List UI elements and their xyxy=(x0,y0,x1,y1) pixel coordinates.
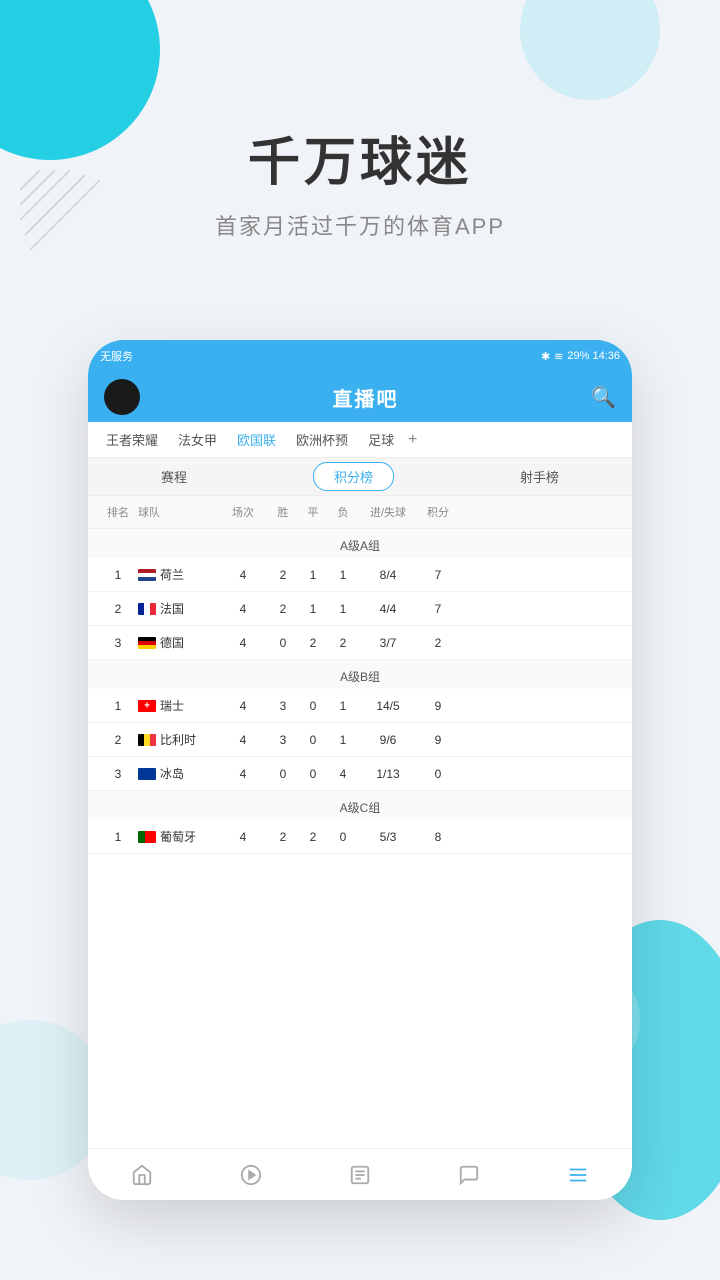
table-row[interactable]: 1 瑞士 4 3 0 1 14/5 9 xyxy=(88,689,632,723)
status-left: 无服务 xyxy=(100,348,133,364)
bluetooth-icon: ✱ xyxy=(541,350,550,363)
flag-be xyxy=(138,734,156,746)
tab-add-icon[interactable]: + xyxy=(408,431,417,449)
bottom-nav xyxy=(88,1148,632,1200)
sub-tab-bar: 赛程 积分榜 射手榜 xyxy=(88,458,632,496)
table-row[interactable]: 1 荷兰 4 2 1 1 8/4 7 xyxy=(88,558,632,592)
team: 比利时 xyxy=(138,731,218,748)
team: 德国 xyxy=(138,634,218,651)
standings-table[interactable]: 排名 球队 场次 胜 平 负 进/失球 积分 A级A组 1 荷兰 4 2 1 xyxy=(88,496,632,1148)
table-row[interactable]: 2 比利时 4 3 0 1 9/6 9 xyxy=(88,723,632,757)
table-row[interactable]: 1 葡萄牙 4 2 2 0 5/3 8 xyxy=(88,820,632,854)
tab-zuqiu[interactable]: 足球 xyxy=(358,422,404,458)
group-c-header: A级C组 xyxy=(88,791,632,820)
bottom-nav-home[interactable] xyxy=(131,1164,153,1186)
tab-bar: 王者荣耀 法女甲 欧国联 欧洲杯预 足球 + xyxy=(88,422,632,458)
table-header: 排名 球队 场次 胜 平 负 进/失球 积分 xyxy=(88,496,632,529)
rank: 3 xyxy=(98,636,138,650)
search-icon[interactable]: 🔍 xyxy=(591,385,616,410)
group-a-header: A级A组 xyxy=(88,529,632,558)
group-b-header: A级B组 xyxy=(88,660,632,689)
tab-ozhou[interactable]: 欧洲杯预 xyxy=(286,422,358,458)
tab-wangzhe[interactable]: 王者荣耀 xyxy=(96,422,168,458)
rank: 2 xyxy=(98,733,138,747)
flag-pt xyxy=(138,831,156,843)
team: 荷兰 xyxy=(138,566,218,583)
bottom-nav-news[interactable] xyxy=(349,1164,371,1186)
tab-fanvjia[interactable]: 法女甲 xyxy=(168,422,227,458)
subtab-schedule[interactable]: 赛程 xyxy=(141,463,207,490)
hero-title: 千万球迷 xyxy=(0,120,720,195)
col-played: 场次 xyxy=(218,504,268,520)
battery-text: 29% 14:36 xyxy=(567,350,620,362)
table-row[interactable]: 2 法国 4 2 1 1 4/4 7 xyxy=(88,592,632,626)
col-pts: 积分 xyxy=(418,504,458,520)
app-logo[interactable] xyxy=(104,379,140,415)
app-title: 直播吧 xyxy=(333,383,399,412)
team: 法国 xyxy=(138,600,218,617)
wifi-icon: ≋ xyxy=(554,350,563,363)
status-bar: 无服务 ✱ ≋ 29% 14:36 xyxy=(88,340,632,372)
nav-bar: 直播吧 🔍 xyxy=(88,372,632,422)
rank: 1 xyxy=(98,568,138,582)
rank: 1 xyxy=(98,699,138,713)
team: 冰岛 xyxy=(138,765,218,782)
flag-fr xyxy=(138,603,156,615)
hero-subtitle: 首家月活过千万的体育APP xyxy=(0,209,720,241)
bottom-nav-chat[interactable] xyxy=(458,1164,480,1186)
tab-oguolian[interactable]: 欧国联 xyxy=(227,422,286,458)
subtab-standings[interactable]: 积分榜 xyxy=(313,462,394,491)
subtab-scorers[interactable]: 射手榜 xyxy=(500,463,579,490)
col-draw: 平 xyxy=(298,504,328,520)
col-rank: 排名 xyxy=(98,504,138,520)
team: 瑞士 xyxy=(138,697,218,714)
bottom-nav-menu[interactable] xyxy=(567,1164,589,1186)
col-gd: 进/失球 xyxy=(358,504,418,520)
bottom-nav-play[interactable] xyxy=(240,1164,262,1186)
hero-section: 千万球迷 首家月活过千万的体育APP xyxy=(0,120,720,241)
app-content: 无服务 ✱ ≋ 29% 14:36 直播吧 🔍 王者荣耀 法女甲 欧国联 欧洲杯… xyxy=(88,340,632,1200)
bg-decoration-tr xyxy=(520,0,660,100)
table-row[interactable]: 3 冰岛 4 0 0 4 1/13 0 xyxy=(88,757,632,791)
flag-is xyxy=(138,768,156,780)
col-loss: 负 xyxy=(328,504,358,520)
team: 葡萄牙 xyxy=(138,828,218,845)
rank: 3 xyxy=(98,767,138,781)
col-win: 胜 xyxy=(268,504,298,520)
col-team: 球队 xyxy=(138,504,218,520)
phone-mockup: 无服务 ✱ ≋ 29% 14:36 直播吧 🔍 王者荣耀 法女甲 欧国联 欧洲杯… xyxy=(88,340,632,1200)
rank: 1 xyxy=(98,830,138,844)
table-row[interactable]: 3 德国 4 0 2 2 3/7 2 xyxy=(88,626,632,660)
flag-nl xyxy=(138,569,156,581)
flag-ch xyxy=(138,700,156,712)
status-right: ✱ ≋ 29% 14:36 xyxy=(541,350,620,363)
flag-de xyxy=(138,637,156,649)
rank: 2 xyxy=(98,602,138,616)
